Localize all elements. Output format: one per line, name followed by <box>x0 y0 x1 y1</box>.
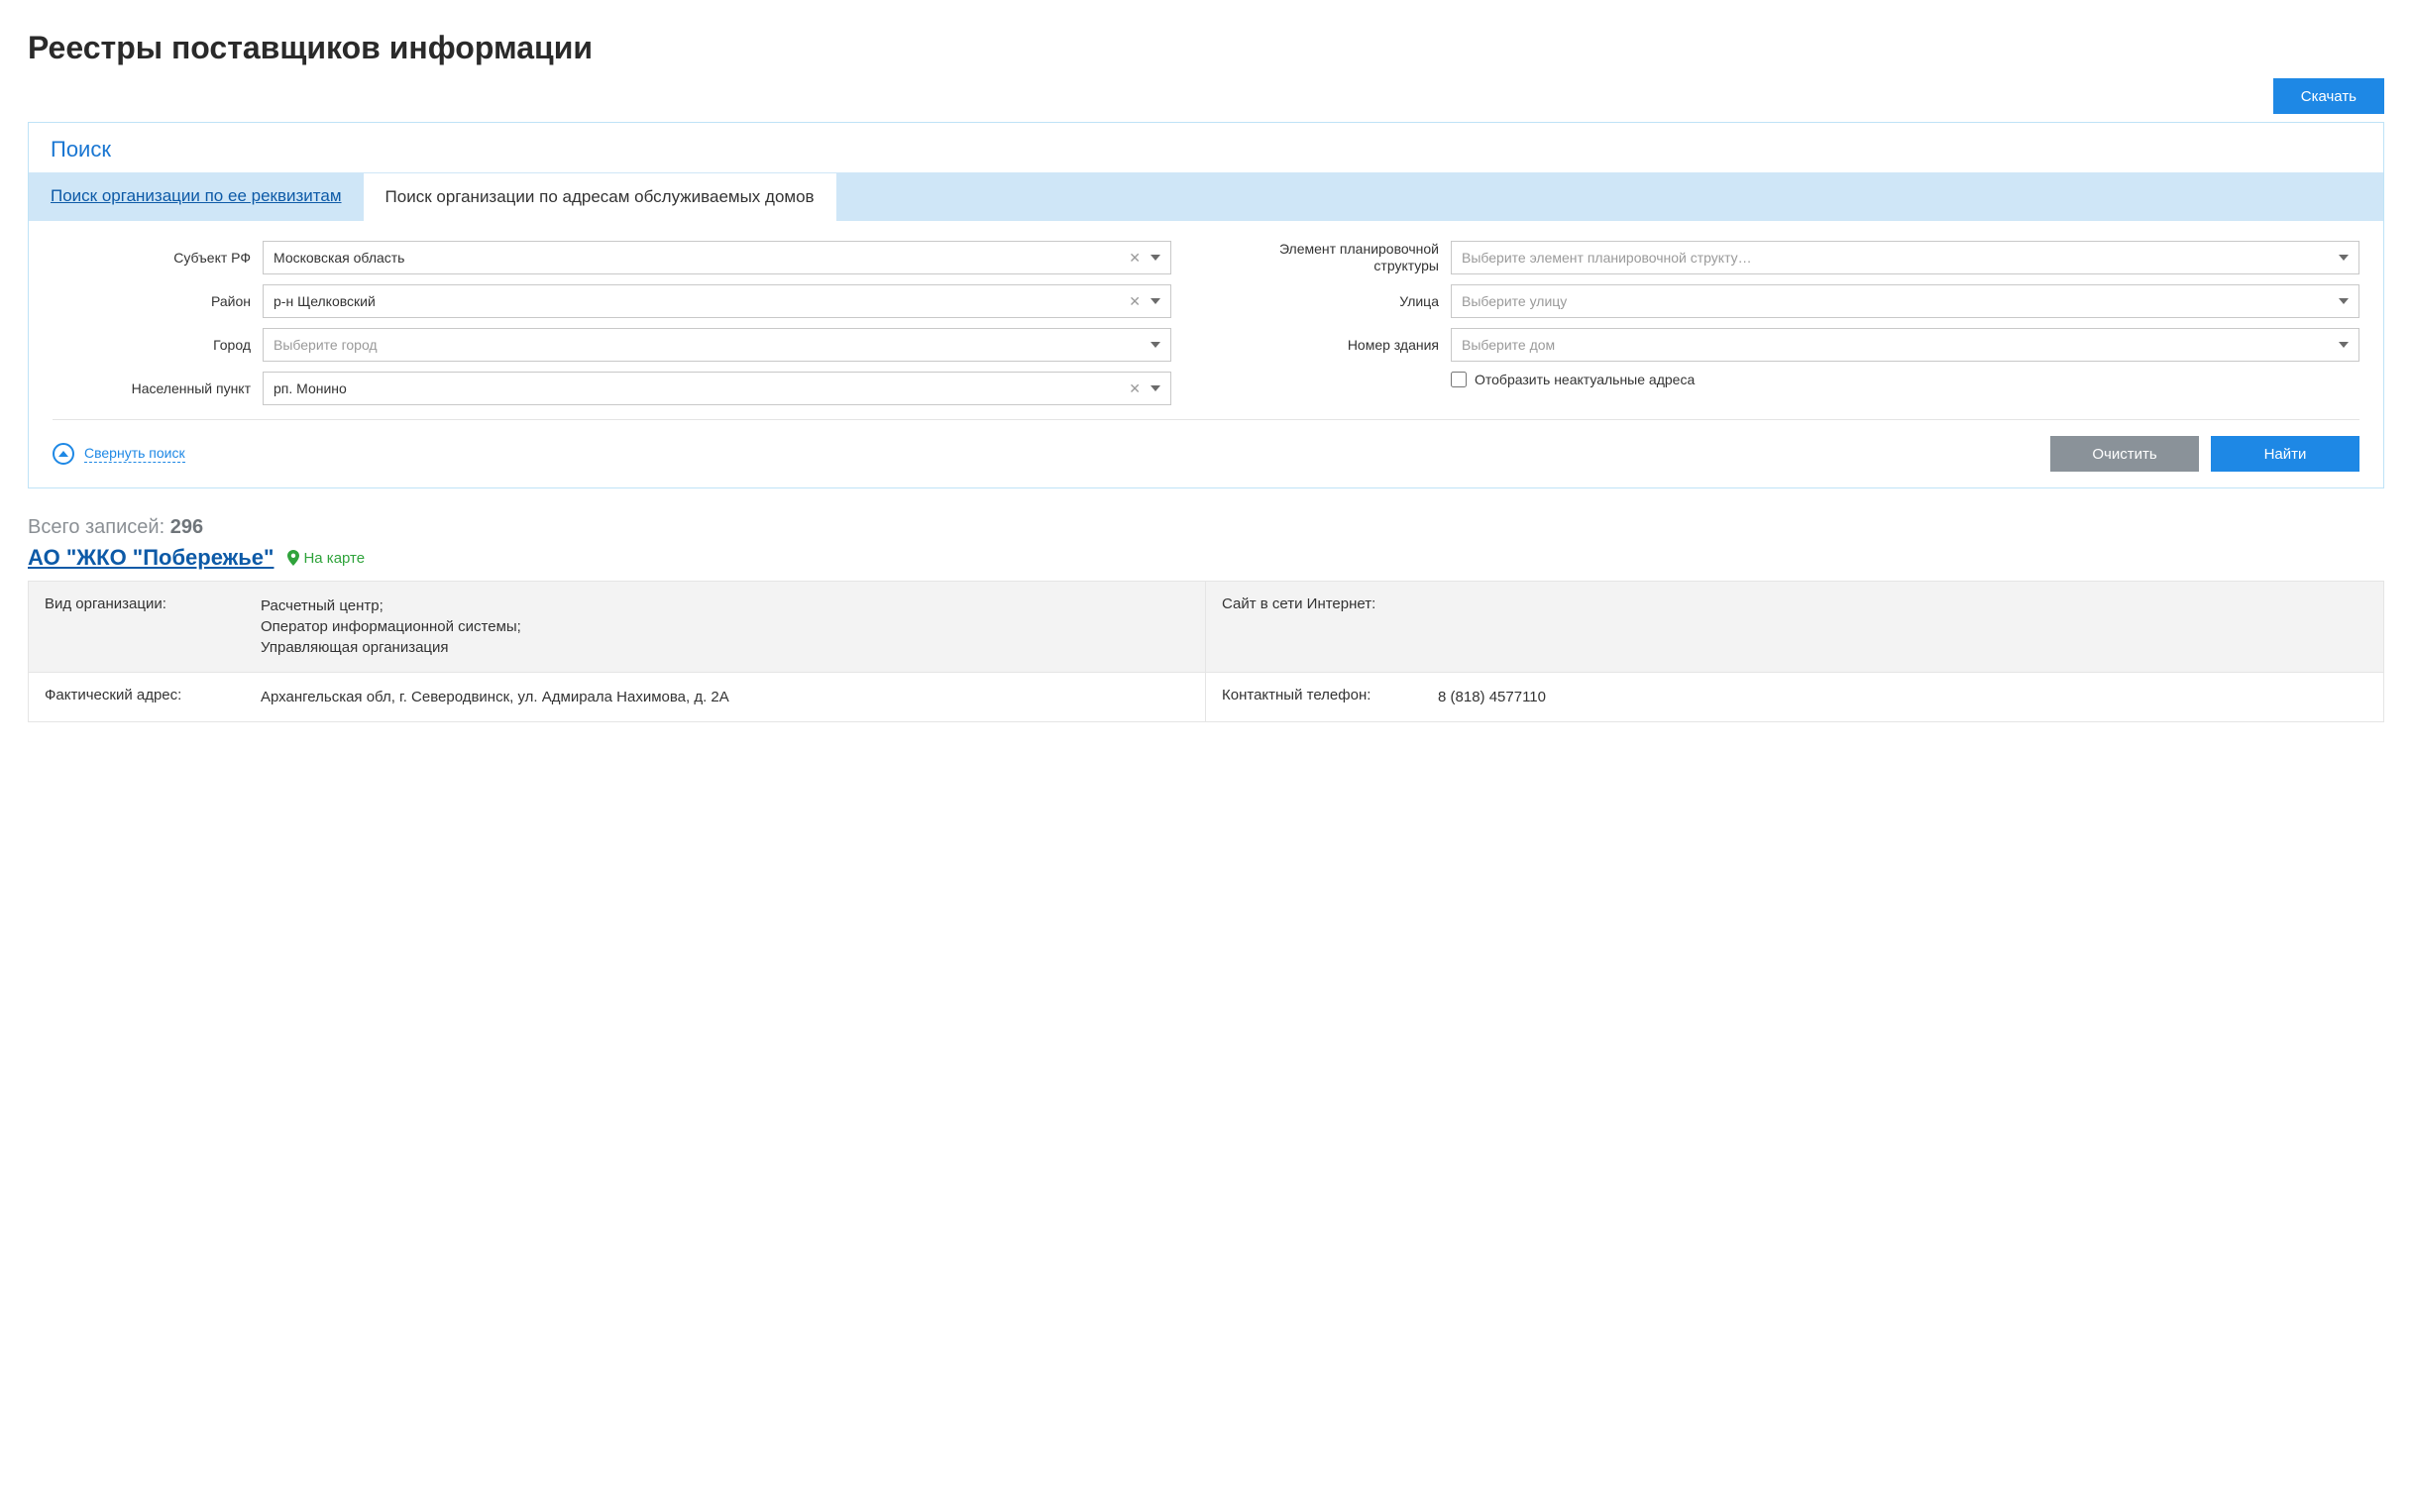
address-label: Фактический адрес: <box>45 687 253 707</box>
street-label: Улица <box>1241 293 1439 310</box>
street-select[interactable]: Выберите улицу <box>1451 284 2359 318</box>
download-button[interactable]: Скачать <box>2273 78 2384 114</box>
search-panel: Поиск Поиск организации по ее реквизитам… <box>28 122 2384 488</box>
chevron-down-icon <box>1151 255 1160 261</box>
district-label: Район <box>53 293 251 310</box>
on-map-link[interactable]: На карте <box>287 550 365 567</box>
search-tabs: Поиск организации по ее реквизитам Поиск… <box>29 172 2383 221</box>
map-pin-icon <box>287 550 299 566</box>
show-inactive-checkbox[interactable] <box>1451 372 1467 387</box>
chevron-down-icon <box>2339 298 2349 304</box>
phone-label: Контактный телефон: <box>1222 687 1430 707</box>
planning-placeholder: Выберите элемент планировочной структу… <box>1462 250 2335 266</box>
planning-select[interactable]: Выберите элемент планировочной структу… <box>1451 241 2359 274</box>
total-label: Всего записей: <box>28 516 164 538</box>
tab-by-requisites[interactable]: Поиск организации по ее реквизитам <box>29 172 364 221</box>
chevron-down-icon <box>1151 385 1160 391</box>
settlement-select[interactable]: рп. Монино ✕ <box>263 372 1171 405</box>
on-map-label: На карте <box>303 550 365 567</box>
building-placeholder: Выберите дом <box>1462 337 2335 353</box>
show-inactive-label: Отобразить неактуальные адреса <box>1475 372 1695 387</box>
form-left-column: Субъект РФ Московская область ✕ Район р-… <box>53 241 1171 405</box>
tab-by-address[interactable]: Поиск организации по адресам обслуживаем… <box>364 172 836 221</box>
organization-details: Вид организации: Расчетный центр; Операт… <box>28 581 2384 722</box>
address-value: Архангельская обл, г. Северодвинск, ул. … <box>261 687 1189 707</box>
total-records: Всего записей: 296 <box>28 516 2384 539</box>
city-label: Город <box>53 337 251 354</box>
settlement-value: рп. Монино <box>274 380 1123 396</box>
district-value: р-н Щелковский <box>274 293 1123 309</box>
chevron-down-icon <box>1151 298 1160 304</box>
collapse-label: Свернуть поиск <box>84 445 185 463</box>
street-placeholder: Выберите улицу <box>1462 293 2335 309</box>
chevron-down-icon <box>1151 342 1160 348</box>
city-select[interactable]: Выберите город <box>263 328 1171 362</box>
find-button[interactable]: Найти <box>2211 436 2359 472</box>
subject-label: Субъект РФ <box>53 250 251 267</box>
district-select[interactable]: р-н Щелковский ✕ <box>263 284 1171 318</box>
clear-icon[interactable]: ✕ <box>1123 293 1147 310</box>
clear-icon[interactable]: ✕ <box>1123 250 1147 267</box>
subject-select[interactable]: Московская область ✕ <box>263 241 1171 274</box>
clear-icon[interactable]: ✕ <box>1123 380 1147 397</box>
collapse-search-toggle[interactable]: Свернуть поиск <box>53 443 185 465</box>
settlement-label: Населенный пункт <box>53 380 251 397</box>
chevron-up-circle-icon <box>53 443 74 465</box>
chevron-down-icon <box>2339 255 2349 261</box>
form-right-column: Элемент планировочной структуры Выберите… <box>1241 241 2359 405</box>
clear-button[interactable]: Очистить <box>2050 436 2199 472</box>
website-value <box>1438 595 2367 658</box>
building-select[interactable]: Выберите дом <box>1451 328 2359 362</box>
website-label: Сайт в сети Интернет: <box>1222 595 1430 658</box>
phone-value: 8 (818) 4577110 <box>1438 687 2367 707</box>
search-header: Поиск <box>29 123 2383 172</box>
building-label: Номер здания <box>1241 337 1439 354</box>
chevron-down-icon <box>2339 342 2349 348</box>
total-count: 296 <box>170 516 203 538</box>
results-section: Всего записей: 296 АО "ЖКО "Побережье" Н… <box>28 516 2384 722</box>
city-placeholder: Выберите город <box>274 337 1147 353</box>
organization-link[interactable]: АО "ЖКО "Побережье" <box>28 545 274 571</box>
page-title: Реестры поставщиков информации <box>28 30 2384 66</box>
org-type-label: Вид организации: <box>45 595 253 658</box>
subject-value: Московская область <box>274 250 1123 266</box>
planning-label: Элемент планировочной структуры <box>1241 241 1439 274</box>
org-type-value: Расчетный центр; Оператор информационной… <box>261 595 1189 658</box>
